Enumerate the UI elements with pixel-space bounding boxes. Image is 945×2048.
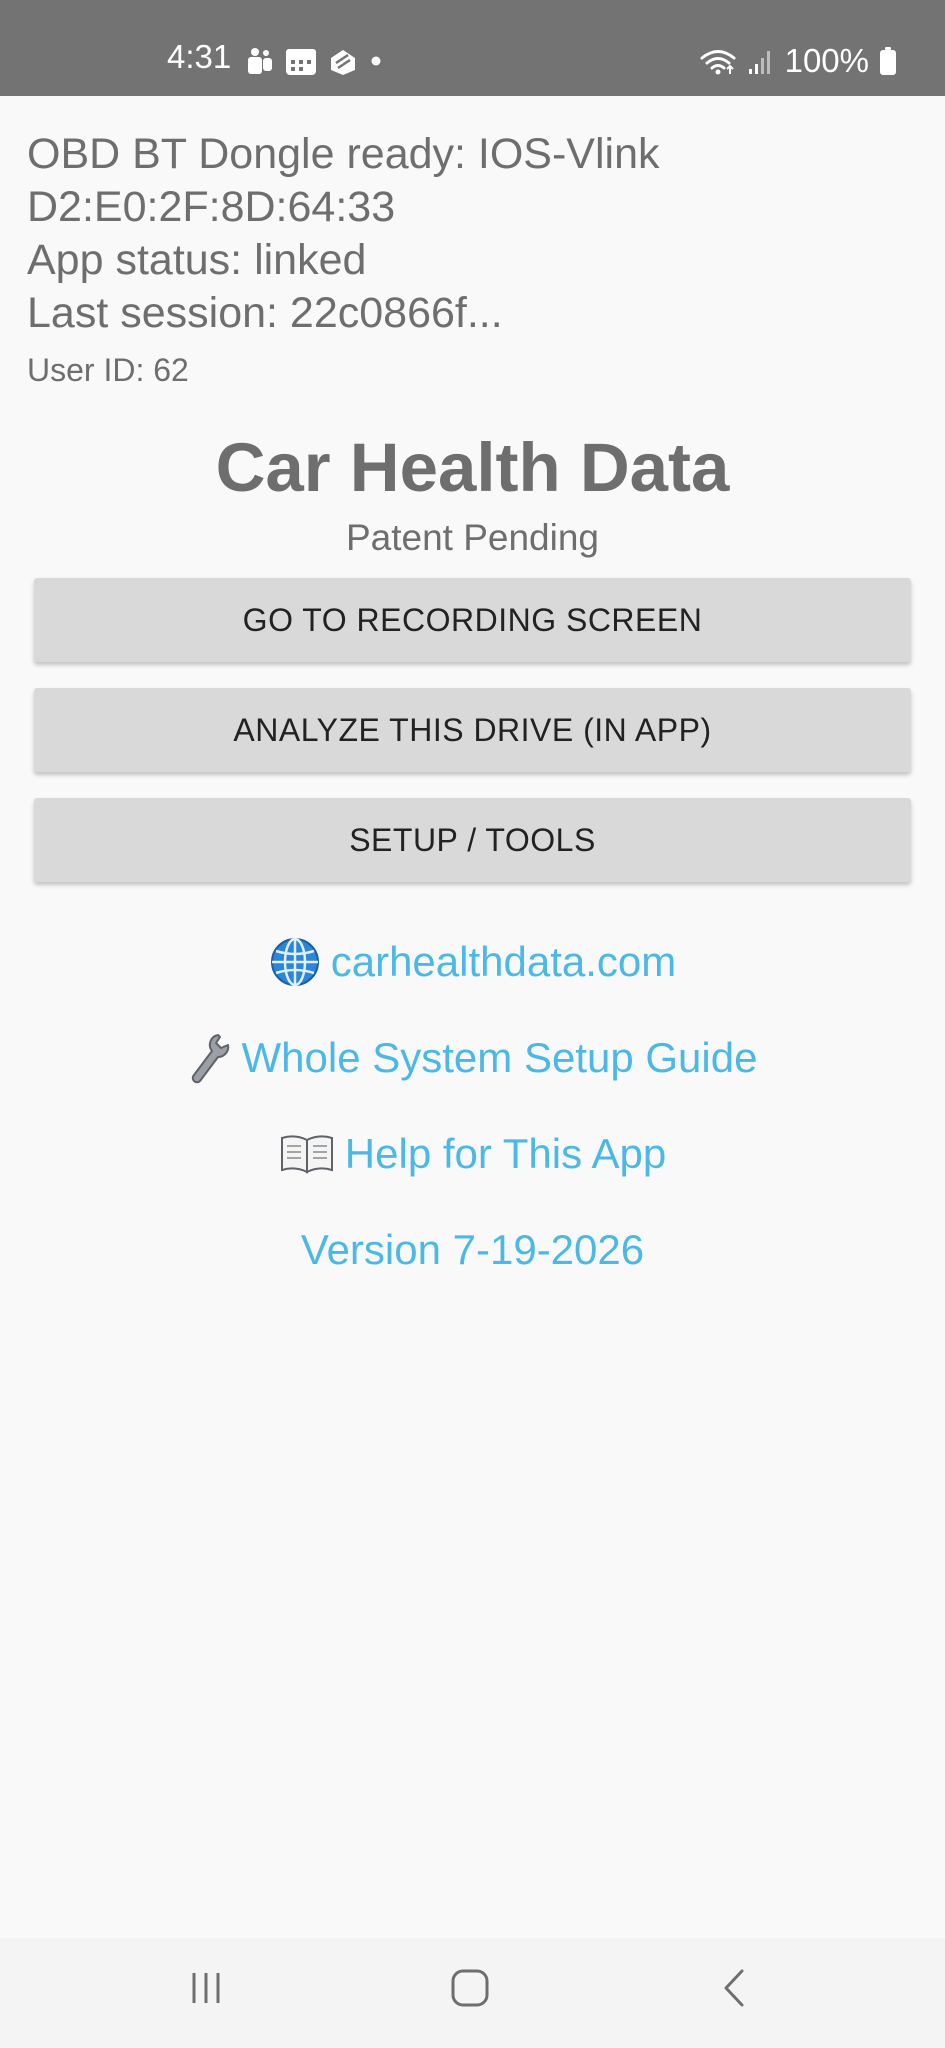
app-status: App status: linked (27, 236, 367, 284)
battery-icon (880, 46, 896, 75)
dongle-status: OBD BT Dongle ready: IOS-Vlink (27, 130, 660, 178)
status-time: 4:31 (167, 38, 232, 75)
setup-guide-link[interactable]: Whole System Setup Guide (242, 1030, 758, 1086)
home-button[interactable] (430, 1958, 510, 2018)
calendar-icon (286, 49, 316, 75)
recent-apps-button[interactable] (166, 1958, 246, 2018)
user-id: User ID: 62 (27, 352, 189, 388)
teams-icon (248, 48, 272, 74)
connection-info: OBD BT Dongle ready: IOS-Vlink D2:E0:2F:… (27, 128, 917, 390)
back-button[interactable] (695, 1958, 775, 2018)
setup-tools-button[interactable]: SETUP / TOOLS (34, 798, 911, 882)
analyze-drive-button[interactable]: ANALYZE THIS DRIVE (IN APP) (34, 688, 911, 772)
home-icon (451, 1969, 489, 2007)
navigation-bar (0, 1938, 945, 2048)
recording-screen-button[interactable]: GO TO RECORDING SCREEN (34, 578, 911, 662)
setup-guide-link-row: Whole System Setup Guide (0, 1030, 945, 1086)
website-link-row: carhealthdata.com (0, 934, 945, 990)
wifi-icon (700, 49, 736, 74)
notification-icons (245, 46, 383, 76)
help-link-row: Help for This App (0, 1126, 945, 1182)
globe-icon (270, 937, 319, 987)
signal-icon (748, 50, 770, 74)
open-book-icon (280, 1135, 333, 1174)
app-icon (331, 50, 355, 75)
last-session: Last session: 22c0866f... (27, 289, 503, 337)
app-subtitle: Patent Pending (345, 517, 600, 558)
back-icon (724, 1969, 744, 2007)
version-row: Version 7-19-2026 (0, 1222, 945, 1278)
version-label: Version 7-19-2026 (300, 1226, 645, 1273)
notification-dot-icon (371, 56, 381, 66)
help-link[interactable]: Help for This App (345, 1126, 666, 1182)
system-status-icons: 100% (699, 44, 897, 77)
app-title: Car Health Data (215, 429, 730, 506)
dongle-mac-address: D2:E0:2F:8D:64:33 (27, 183, 396, 231)
status-bar: 4:31 100% (0, 0, 945, 96)
recent-apps-icon (192, 1973, 220, 2003)
wrench-icon (191, 1034, 229, 1084)
website-link[interactable]: carhealthdata.com (331, 934, 677, 990)
battery-percent: 100% (784, 42, 869, 79)
